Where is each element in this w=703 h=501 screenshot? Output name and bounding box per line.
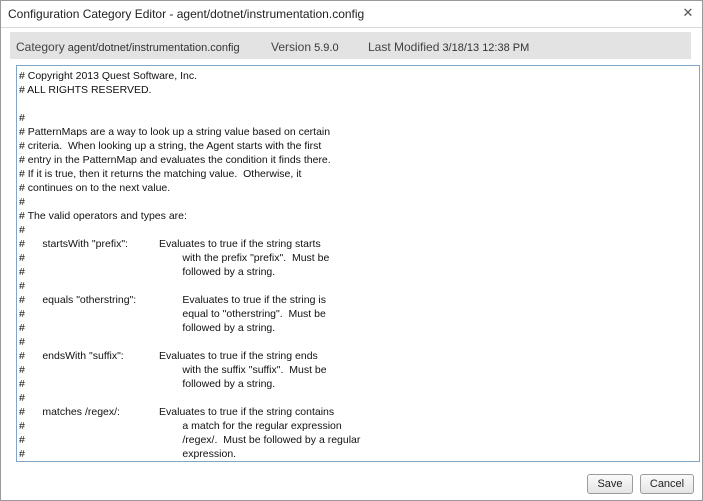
- category-info: Category agent/dotnet/instrumentation.co…: [16, 40, 240, 54]
- category-label: Category: [16, 40, 65, 54]
- dialog-title: Configuration Category Editor - agent/do…: [8, 7, 365, 21]
- version-value: 5.9.0: [314, 42, 339, 54]
- close-icon[interactable]: ✕: [679, 4, 697, 22]
- config-info-bar: Category agent/dotnet/instrumentation.co…: [10, 32, 691, 59]
- version-info: Version 5.9.0: [271, 40, 339, 54]
- save-button[interactable]: Save: [587, 474, 633, 494]
- last-modified-value: 3/18/13 12:38 PM: [442, 42, 530, 54]
- cancel-button[interactable]: Cancel: [640, 474, 694, 494]
- dialog-titlebar[interactable]: Configuration Category Editor - agent/do…: [1, 1, 702, 28]
- config-text-editor[interactable]: # Copyright 2013 Quest Software, Inc. # …: [16, 65, 700, 462]
- config-text-content[interactable]: # Copyright 2013 Quest Software, Inc. # …: [17, 66, 699, 461]
- config-category-editor-dialog: Configuration Category Editor - agent/do…: [0, 0, 703, 501]
- version-label: Version: [271, 40, 312, 54]
- last-modified-info: Last Modified 3/18/13 12:38 PM: [368, 40, 529, 54]
- last-modified-label: Last Modified: [368, 40, 440, 54]
- dialog-footer: Save Cancel: [1, 466, 702, 500]
- category-value: agent/dotnet/instrumentation.config: [67, 42, 240, 54]
